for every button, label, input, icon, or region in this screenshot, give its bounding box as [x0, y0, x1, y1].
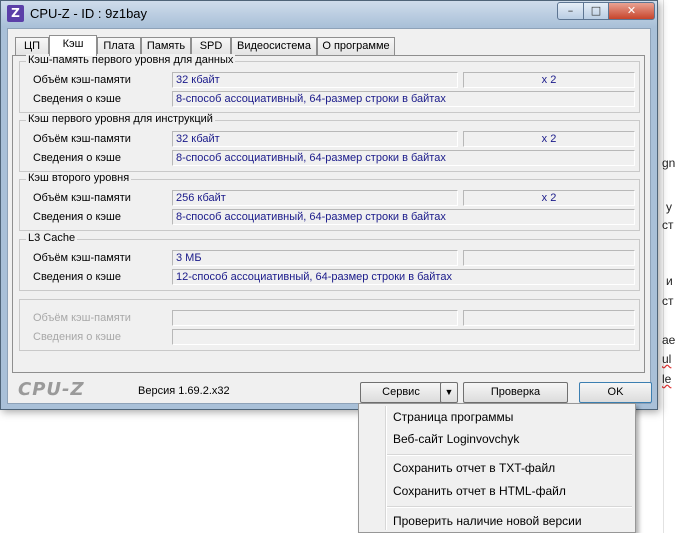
cache-desc-label: Сведения о кэше	[33, 93, 121, 105]
tab-cache[interactable]: Кэш	[49, 35, 97, 56]
version-label: Версия 1.69.2.x32	[138, 385, 230, 397]
validate-button[interactable]: Проверка	[463, 382, 568, 403]
service-button[interactable]: Сервис	[360, 382, 442, 403]
tab-about[interactable]: О программе	[317, 37, 395, 55]
group-title: Кэш первого уровня для инструкций	[26, 113, 215, 125]
tab-mainboard[interactable]: Плата	[97, 37, 141, 55]
cache-desc-value	[172, 329, 635, 345]
cache-desc-label: Сведения о кэше	[33, 152, 121, 164]
group-title: Кэш второго уровня	[26, 172, 132, 184]
cpuz-window: Z CPU-Z - ID : 9z1bay – □ ✕ ЦП Кэш Плата…	[0, 0, 658, 410]
editor-text-fragment: ст	[662, 294, 674, 308]
menu-item-save-txt[interactable]: Сохранить отчет в TXT-файл	[393, 461, 555, 475]
window-title: CPU-Z - ID : 9z1bay	[30, 6, 148, 21]
cache-desc-value: 8-способ ассоциативный, 64-размер строки…	[172, 150, 635, 166]
menu-item-program-page[interactable]: Страница программы	[393, 410, 513, 424]
cache-multiplier: x 2	[463, 72, 635, 88]
close-button[interactable]: ✕	[608, 2, 655, 20]
window-client-area: ЦП Кэш Плата Память SPD Видеосистема О п…	[7, 28, 652, 404]
cache-multiplier: x 2	[463, 131, 635, 147]
cpuz-logo: CPU-Z	[18, 379, 85, 400]
group-title: L3 Cache	[26, 232, 78, 244]
cache-multiplier: x 2	[463, 190, 635, 206]
cache-size-value: 32 кбайт	[172, 131, 458, 147]
cache-multiplier	[463, 310, 635, 326]
menu-item-check-update[interactable]: Проверить наличие новой версии	[393, 514, 582, 528]
cache-desc-value: 12-способ ассоциативный, 64-размер строк…	[172, 269, 635, 285]
cache-desc-label: Сведения о кэше	[33, 211, 121, 223]
menu-item-website[interactable]: Веб-сайт Loginvovchyk	[393, 432, 519, 446]
cpuz-app-icon[interactable]: Z	[7, 5, 24, 22]
menu-separator	[387, 506, 632, 508]
l1-instruction-cache-group: Кэш первого уровня для инструкций Объём …	[19, 113, 640, 172]
cache-size-value	[172, 310, 458, 326]
cache-desc-label: Сведения о кэше	[33, 271, 121, 283]
service-dropdown-arrow-icon[interactable]: ▼	[440, 382, 458, 403]
minimize-button[interactable]: –	[557, 2, 584, 20]
cache-size-value: 256 кбайт	[172, 190, 458, 206]
editor-text-fragment: ае	[662, 333, 676, 347]
cache-multiplier	[463, 250, 635, 266]
cache-size-label: Объём кэш-памяти	[33, 133, 131, 145]
cache-desc-value: 8-способ ассоциативный, 64-размер строки…	[172, 209, 635, 225]
l2-cache-group: Кэш второго уровня Объём кэш-памяти 256 …	[19, 172, 640, 231]
ok-button[interactable]: OK	[579, 382, 652, 403]
tab-memory[interactable]: Память	[141, 37, 191, 55]
cache-size-value: 32 кбайт	[172, 72, 458, 88]
cache-size-label: Объём кэш-памяти	[33, 74, 131, 86]
cache-size-label: Объём кэш-памяти	[33, 312, 131, 324]
cache-tab-panel: Кэш-память первого уровня для данных Объ…	[12, 54, 645, 373]
title-bar[interactable]: Z CPU-Z - ID : 9z1bay – □ ✕	[1, 1, 657, 27]
cache-size-value: 3 МБ	[172, 250, 458, 266]
tab-graphics[interactable]: Видеосистема	[231, 37, 317, 55]
cache-size-label: Объём кэш-памяти	[33, 192, 131, 204]
menu-icon-gutter	[385, 406, 387, 530]
tab-cpu[interactable]: ЦП	[15, 37, 49, 55]
cache-desc-label: Сведения о кэше	[33, 331, 121, 343]
cache-desc-value: 8-способ ассоциативный, 64-размер строки…	[172, 91, 635, 107]
editor-text-fragment: ст	[662, 218, 674, 232]
editor-text-fragment: у	[666, 200, 672, 214]
tab-spd[interactable]: SPD	[191, 37, 231, 55]
l3-cache-group: L3 Cache Объём кэш-памяти 3 МБ Сведения …	[19, 232, 640, 291]
empty-cache-group: Объём кэш-памяти Сведения о кэше	[19, 299, 640, 351]
l1-data-cache-group: Кэш-память первого уровня для данных Объ…	[19, 54, 640, 113]
menu-separator	[387, 454, 632, 456]
editor-text-fragment: ul	[662, 352, 672, 366]
editor-text-fragment: gn	[662, 156, 676, 170]
editor-text-fragment: и	[666, 274, 673, 288]
editor-text-fragment: le	[662, 372, 672, 386]
maximize-button[interactable]: □	[583, 2, 609, 20]
cache-size-label: Объём кэш-памяти	[33, 252, 131, 264]
editor-margin-line	[663, 0, 664, 533]
menu-item-save-html[interactable]: Сохранить отчет в HTML-файл	[393, 484, 566, 498]
service-dropdown-menu: Страница программы Веб-сайт Loginvovchyk…	[358, 403, 636, 533]
